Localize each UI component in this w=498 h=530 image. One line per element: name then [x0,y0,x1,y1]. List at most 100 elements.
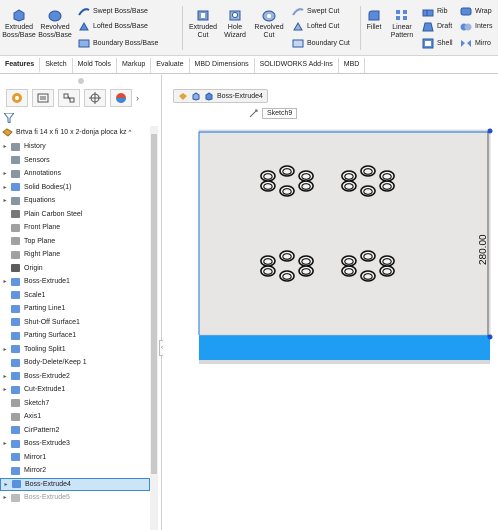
tree-node[interactable]: Mirror2 [0,464,150,478]
ribbon-divider [360,6,361,50]
solid-body-icon [11,183,20,192]
extruded-cut-button[interactable]: Extruded Cut [186,8,220,40]
part-icon [2,127,13,137]
tree-node[interactable]: ▸ Equations [0,194,150,208]
extruded-boss-button[interactable]: Extruded Boss/Base [2,8,36,40]
tree-node[interactable]: Parting Line1 [0,302,150,316]
tab-solidworks-add-ins[interactable]: SOLIDWORKS Add-Ins [255,58,339,73]
expand-arrow-icon[interactable]: ▸ [0,386,10,393]
graphics-area[interactable]: Boss-Extrude4 Sketch9 280.00 [163,75,498,530]
tree-node[interactable]: Sensors [0,154,150,168]
collapse-up-icon[interactable]: ^ [129,130,132,136]
chevron-right-icon[interactable]: › [136,89,146,107]
revolved-cut-button[interactable]: Revolved Cut [252,8,286,40]
linear-pattern-button[interactable]: Linear Pattern [388,8,416,40]
expand-arrow-icon[interactable]: ▸ [0,440,10,447]
tree-node[interactable]: ▸ Boss-Extrude5 [0,491,150,505]
tree-node[interactable]: ▸ Boss-Extrude4 [0,477,150,491]
tree-node[interactable]: ▸ Solid Bodies(1) [0,181,150,195]
extruded-boss-icon [13,9,25,22]
tree-node[interactable]: CirPattern2 [0,424,150,438]
expand-arrow-icon[interactable]: ▸ [1,481,11,488]
tree-scrollbar[interactable] [150,126,158,530]
part-model-view[interactable]: 280.00 [163,75,498,530]
tree-node[interactable]: Origin [0,262,150,276]
circular-pattern-icon [11,426,20,435]
expand-arrow-icon[interactable]: ▸ [0,278,10,285]
display-manager-tab-button[interactable] [110,89,132,107]
tree-node[interactable]: ▸ Cut-Extrude1 [0,383,150,397]
revolved-cut-icon [262,10,276,22]
tree-node[interactable]: ▸ Tooling Split1 [0,343,150,357]
tree-node[interactable]: Plain Carbon Steel [0,208,150,222]
expand-arrow-icon[interactable]: ▸ [0,373,10,380]
tree-node-label: Parting Surface1 [24,332,77,340]
boundary-cut-button[interactable]: Boundary Cut [292,38,350,49]
tree-node-label: Sensors [24,156,50,164]
tab-sketch[interactable]: Sketch [40,58,73,73]
expand-arrow-icon[interactable]: ▸ [0,494,10,501]
tree-node[interactable]: Parting Surface1 [0,329,150,343]
expand-arrow-icon[interactable]: ▸ [0,346,10,353]
tree-node[interactable]: Body-Delete/Keep 1 [0,356,150,370]
intersect-button[interactable]: Inters [460,21,493,32]
dimension-value[interactable]: 280.00 [478,234,489,265]
wrap-button[interactable]: Wrap [460,6,492,17]
scrollbar-thumb[interactable] [151,134,157,474]
tree-node-label: Boss-Extrude2 [24,372,70,380]
property-manager-tab-button[interactable] [32,89,54,107]
tree-root-part[interactable]: Brtva fi 14 x fi 10 x 2-donja ploca kz ^ [0,126,150,139]
expand-arrow-icon[interactable]: ▸ [0,143,10,150]
tree-node[interactable]: Shut-Off Surface1 [0,316,150,330]
configuration-manager-tab-button[interactable] [58,89,80,107]
rib-button[interactable]: Rib [422,6,448,17]
property-manager-icon [37,93,49,103]
shell-button[interactable]: Shell [422,38,453,49]
tree-node[interactable]: Right Plane [0,248,150,262]
tree-node[interactable]: ▸ Boss-Extrude2 [0,370,150,384]
tree-node[interactable]: ▸ Annotations [0,167,150,181]
tab-markup[interactable]: Markup [117,58,152,73]
tree-node[interactable]: ▸ Boss-Extrude1 [0,275,150,289]
tree-node[interactable]: Mirror1 [0,451,150,465]
dimxpert-manager-tab-button[interactable] [84,89,106,107]
dimension-handle[interactable] [487,334,493,340]
lofted-boss-button[interactable]: Lofted Boss/Base [78,21,148,32]
draft-button[interactable]: Draft [422,21,452,32]
expand-arrow-icon[interactable]: ▸ [0,170,10,177]
origin-icon [11,264,20,273]
tree-node[interactable]: Top Plane [0,235,150,249]
panel-handle[interactable] [78,78,84,84]
extrude-icon [11,372,20,381]
tab-mbd-dimensions[interactable]: MBD Dimensions [190,58,255,73]
tab-mold-tools[interactable]: Mold Tools [73,58,117,73]
tree-node[interactable]: Axis1 [0,410,150,424]
tab-features[interactable]: Features [0,58,41,73]
hole-wizard-button[interactable]: Hole Wizard [222,8,248,40]
tree-node[interactable]: ▸ Boss-Extrude3 [0,437,150,451]
crosshair-icon [89,92,101,104]
swept-cut-button[interactable]: Swept Cut [292,6,339,17]
tree-node[interactable]: ▸ History [0,140,150,154]
expand-arrow-icon[interactable]: ▸ [0,184,10,191]
swept-boss-button[interactable]: Swept Boss/Base [78,6,148,17]
tree-node-label: Boss-Extrude5 [24,494,70,502]
filter-icon[interactable] [4,113,14,123]
revolved-boss-button[interactable]: Revolved Boss/Base [38,8,72,40]
lofted-cut-button[interactable]: Lofted Cut [292,21,339,32]
tree-node[interactable]: Front Plane [0,221,150,235]
tree-node[interactable]: Sketch7 [0,397,150,411]
sketch-icon [11,399,20,408]
feature-manager-tab-button[interactable] [6,89,28,107]
fillet-button[interactable]: Fillet [364,8,384,32]
tree-node[interactable]: Scale1 [0,289,150,303]
tab-evaluate[interactable]: Evaluate [151,58,190,73]
mirror-button[interactable]: Mirro [460,38,491,49]
material-icon [11,210,20,219]
tree-node-label: Parting Line1 [24,305,66,313]
expand-arrow-icon[interactable]: ▸ [0,197,10,204]
tree-node-label: Shut-Off Surface1 [24,318,80,326]
tab-mbd[interactable]: MBD [339,58,366,73]
boundary-boss-button[interactable]: Boundary Boss/Base [78,38,158,49]
dimension-handle[interactable] [487,128,493,134]
